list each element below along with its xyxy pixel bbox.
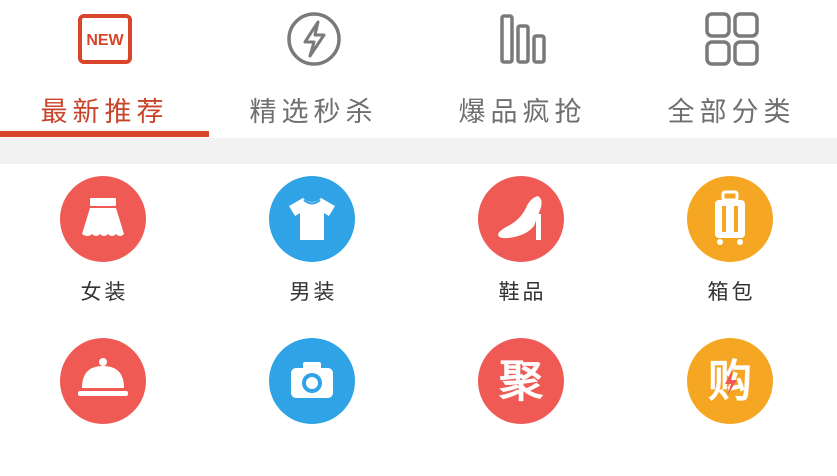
tab-hot-items[interactable]: 爆品疯抢: [418, 0, 627, 138]
section-divider: [0, 138, 837, 164]
new-badge-icon: NEW: [78, 14, 132, 64]
bar-chart-icon: [500, 14, 546, 64]
category-grid: 女装 男装 鞋品 箱包 聚: [0, 164, 837, 424]
lightning-icon: [287, 12, 341, 66]
category-ju[interactable]: 聚: [418, 326, 627, 476]
svg-text:NEW: NEW: [86, 32, 124, 49]
category-bags[interactable]: 箱包: [627, 164, 836, 314]
tab-label: 最新推荐: [40, 97, 169, 128]
active-tab-indicator: [0, 131, 209, 137]
tab-all-categories[interactable]: 全部分类: [627, 0, 836, 138]
category-gou[interactable]: 购: [627, 326, 836, 476]
tab-flash-sale[interactable]: 精选秒杀: [209, 0, 418, 138]
food-cloche-icon: [60, 338, 146, 424]
category-digital[interactable]: [209, 326, 418, 476]
category-label: 鞋品: [498, 280, 547, 304]
high-heel-icon: [478, 176, 564, 262]
skirt-icon: [60, 176, 146, 262]
category-label: 箱包: [707, 280, 756, 304]
category-label: 男装: [289, 280, 338, 304]
ju-badge-icon: 聚: [478, 338, 564, 424]
tab-latest-recommend[interactable]: NEW 最新推荐: [0, 0, 209, 138]
category-mens-clothing[interactable]: 男装: [209, 164, 418, 314]
top-tab-bar: NEW 最新推荐 精选秒杀 爆品疯抢 全部分类: [0, 0, 837, 138]
category-shoes[interactable]: 鞋品: [418, 164, 627, 314]
suitcase-icon: [687, 176, 773, 262]
category-womens-clothing[interactable]: 女装: [0, 164, 209, 314]
camera-icon: [269, 338, 355, 424]
gou-badge-icon: 购: [687, 338, 773, 424]
svg-text:聚: 聚: [498, 356, 544, 407]
tab-label: 全部分类: [667, 97, 796, 128]
grid-icon: [705, 12, 759, 66]
tab-label: 爆品疯抢: [458, 97, 587, 128]
tab-label: 精选秒杀: [249, 97, 378, 128]
category-label: 女装: [80, 280, 129, 304]
category-food[interactable]: [0, 326, 209, 476]
tshirt-icon: [269, 176, 355, 262]
